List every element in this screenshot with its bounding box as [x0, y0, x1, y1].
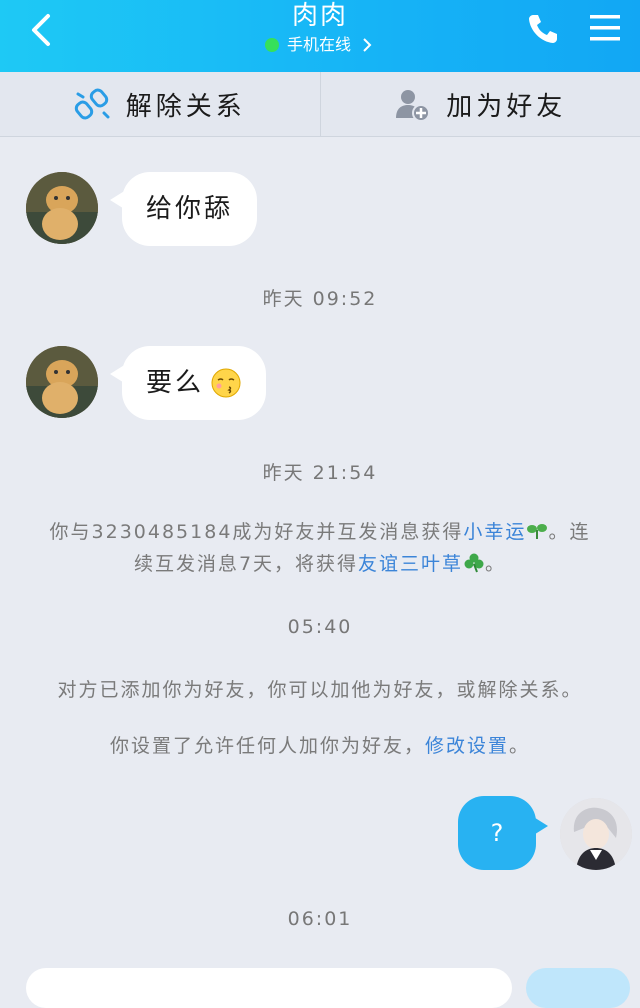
clover-link[interactable]: 友谊三叶草	[358, 553, 463, 575]
message-input[interactable]	[26, 968, 512, 1008]
relationship-actions: 解除关系 加为好友	[0, 72, 640, 137]
streak-text-start: 你与3230485184成为好友并互发消息获得	[50, 521, 464, 543]
timestamp: 05:40	[0, 616, 640, 638]
modify-settings-link[interactable]: 修改设置	[425, 735, 509, 757]
anime-avatar-image	[560, 798, 632, 870]
kiss-emoji-icon	[210, 367, 242, 399]
online-dot-icon	[265, 38, 279, 52]
chat-header: 肉肉 手机在线	[0, 0, 640, 72]
phone-icon[interactable]	[526, 12, 560, 46]
contact-avatar[interactable]	[26, 346, 98, 418]
unlink-icon	[74, 86, 110, 122]
remove-relationship-label: 解除关系	[126, 86, 246, 123]
message-text: 要么	[146, 346, 204, 420]
friend-streak-notice: 你与3230485184成为好友并互发消息获得小幸运 。连续互发消息7天，将获得…	[40, 516, 600, 580]
add-friend-button[interactable]: 加为好友	[320, 72, 640, 136]
privacy-settings-notice: 你设置了允许任何人加你为好友，修改设置。	[40, 730, 600, 762]
incoming-message-bubble[interactable]: 要么	[122, 346, 266, 420]
incoming-message-bubble[interactable]: 给你舔	[122, 172, 257, 246]
streak-text-end: 。	[485, 553, 506, 575]
clover-icon	[463, 553, 485, 573]
cat-avatar-image	[26, 172, 98, 244]
lucky-link[interactable]: 小幸运	[463, 521, 526, 543]
cat-avatar-image	[26, 346, 98, 418]
add-friend-icon	[394, 86, 430, 122]
send-button[interactable]	[526, 968, 630, 1008]
contact-avatar[interactable]	[26, 172, 98, 244]
message-text: ?	[491, 819, 504, 847]
remove-relationship-button[interactable]: 解除关系	[0, 72, 320, 136]
menu-icon[interactable]	[588, 12, 622, 44]
settings-text: 你设置了允许任何人加你为好友，	[110, 735, 425, 757]
settings-text-end: 。	[509, 735, 530, 757]
chevron-right-icon	[359, 37, 375, 53]
my-avatar[interactable]	[560, 798, 632, 870]
online-status-label: 手机在线	[287, 34, 351, 56]
timestamp: 昨天 21:54	[0, 458, 640, 485]
timestamp: 06:01	[0, 908, 640, 930]
add-friend-label: 加为好友	[446, 86, 566, 123]
sprout-icon	[526, 522, 548, 540]
outgoing-message-bubble[interactable]: ?	[458, 796, 536, 870]
friend-added-notice: 对方已添加你为好友，你可以加他为好友，或解除关系。	[40, 674, 600, 706]
timestamp: 昨天 09:52	[0, 284, 640, 311]
